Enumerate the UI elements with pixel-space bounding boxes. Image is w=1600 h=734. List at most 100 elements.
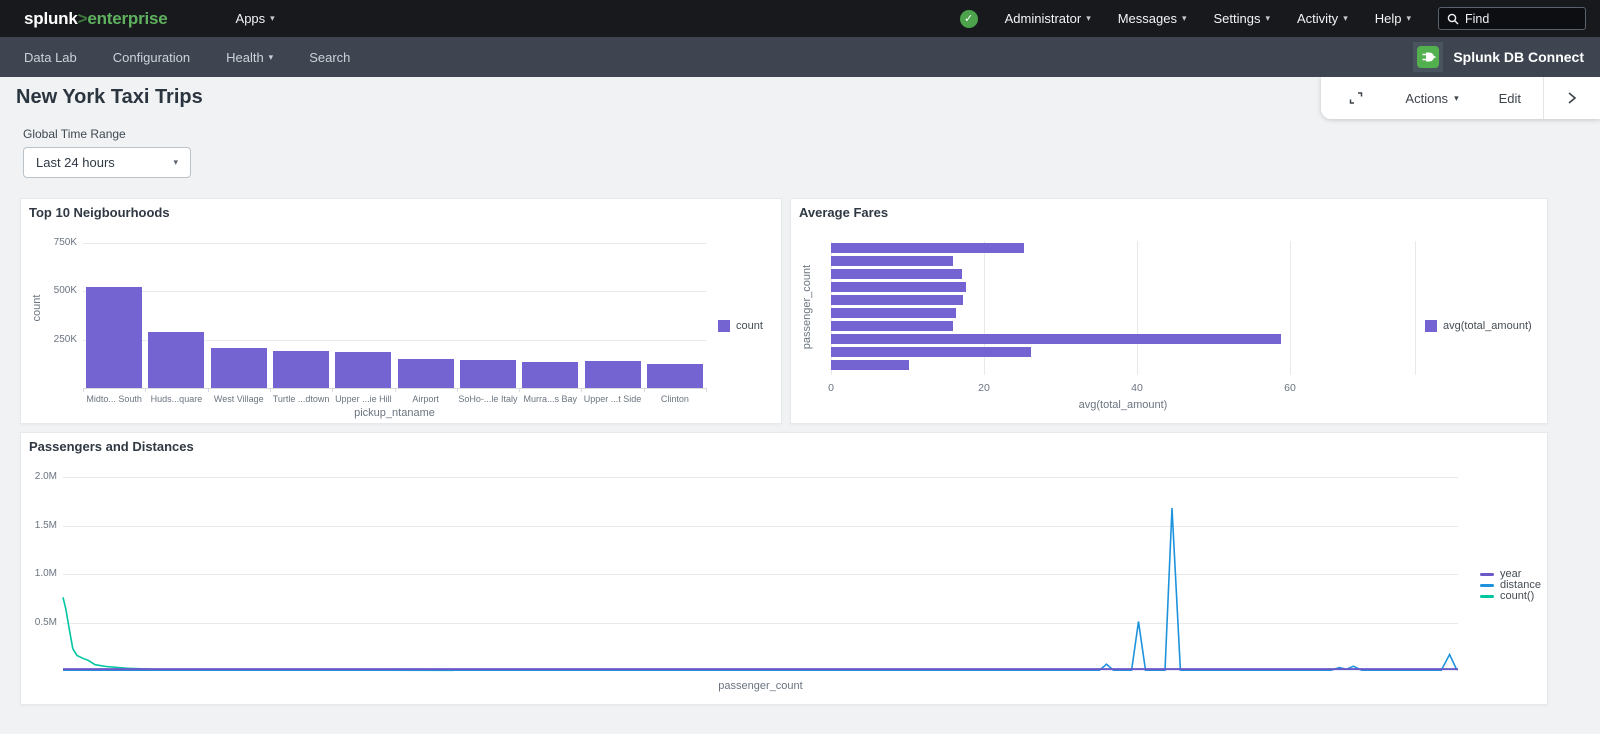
x-tick-mark xyxy=(519,388,520,392)
check-icon: ✓ xyxy=(964,12,973,25)
administrator-label: Administrator xyxy=(1005,11,1082,26)
legend-swatch xyxy=(1425,320,1437,332)
health-label: Health xyxy=(226,50,264,65)
chevron-down-icon: ▾ xyxy=(1406,14,1411,23)
legend-swatch xyxy=(718,320,730,332)
y-tick-label: 0.5M xyxy=(23,617,57,628)
nav-item-health[interactable]: Health ▾ xyxy=(226,50,273,65)
bar[interactable] xyxy=(831,295,963,305)
fullscreen-button[interactable] xyxy=(1347,89,1365,107)
y-tick-label: 500K xyxy=(37,285,77,296)
logo-separator: > xyxy=(78,9,88,28)
chevron-right-icon xyxy=(1566,91,1578,105)
gridline xyxy=(1290,241,1291,375)
help-menu[interactable]: Help ▾ xyxy=(1375,11,1411,26)
nav-item-data-lab[interactable]: Data Lab xyxy=(24,50,77,65)
splunk-logo[interactable]: splunk>enterprise xyxy=(24,9,168,29)
bar[interactable] xyxy=(211,348,267,388)
messages-menu[interactable]: Messages ▾ xyxy=(1118,11,1187,26)
bar[interactable] xyxy=(647,364,703,388)
bar[interactable] xyxy=(831,256,953,266)
x-tick-mark xyxy=(457,388,458,392)
series-count[interactable] xyxy=(63,597,454,670)
x-tick-label: 20 xyxy=(969,382,999,394)
legend-item[interactable]: avg(total_amount) xyxy=(1425,320,1532,332)
bar[interactable] xyxy=(86,287,142,388)
bar[interactable] xyxy=(831,269,962,279)
messages-label: Messages xyxy=(1118,11,1177,26)
hbar-chart-fares: 0204060avg(total_amount)passenger_counta… xyxy=(791,199,1547,423)
find-input[interactable] xyxy=(1465,12,1565,26)
app-icon-tile xyxy=(1413,42,1443,72)
chevron-down-icon: ▾ xyxy=(269,53,274,62)
bar[interactable] xyxy=(831,360,909,370)
help-label: Help xyxy=(1375,11,1402,26)
gridline xyxy=(1137,241,1138,375)
bar[interactable] xyxy=(398,359,454,388)
bar[interactable] xyxy=(831,243,1024,253)
y-tick-label: 750K xyxy=(37,237,77,248)
app-title: Splunk DB Connect xyxy=(1453,49,1584,65)
legend-item[interactable]: count() xyxy=(1480,590,1534,602)
gridline xyxy=(83,243,706,244)
bar[interactable] xyxy=(522,362,578,388)
x-tick-label: 40 xyxy=(1122,382,1152,394)
legend-label: avg(total_amount) xyxy=(1443,320,1532,332)
collapse-panel-button[interactable] xyxy=(1544,77,1600,119)
x-axis-title: passenger_count xyxy=(63,680,1458,692)
bar[interactable] xyxy=(273,351,329,388)
activity-menu[interactable]: Activity ▾ xyxy=(1297,11,1348,26)
logo-brand: splunk xyxy=(24,9,78,28)
find-search-box[interactable] xyxy=(1438,7,1586,30)
chart-title: Passengers and Distances xyxy=(29,439,194,454)
x-category-label: Upper ...t Side xyxy=(581,394,643,404)
bar[interactable] xyxy=(335,352,391,388)
actions-button[interactable]: Actions ▾ xyxy=(1405,91,1458,106)
x-category-label: Turtle ...dtown xyxy=(270,394,332,404)
series-distance[interactable] xyxy=(63,508,1458,670)
edit-button[interactable]: Edit xyxy=(1499,91,1521,106)
x-category-label: Midto... South xyxy=(83,394,145,404)
x-category-label: Murra...s Bay xyxy=(519,394,581,404)
apps-menu[interactable]: Apps ▾ xyxy=(236,11,275,26)
app-nav-bar: Data Lab Configuration Health ▾ Search S… xyxy=(0,37,1600,77)
bar[interactable] xyxy=(585,361,641,388)
nav-item-search[interactable]: Search xyxy=(309,50,350,65)
health-status-icon[interactable]: ✓ xyxy=(960,10,978,28)
x-category-label: Huds...quare xyxy=(145,394,207,404)
bar[interactable] xyxy=(831,308,956,318)
bar[interactable] xyxy=(831,282,966,292)
x-tick-mark xyxy=(270,388,271,392)
bar[interactable] xyxy=(831,347,1031,357)
legend-swatch xyxy=(1480,584,1494,587)
bar[interactable] xyxy=(831,334,1281,344)
time-range-label: Global Time Range xyxy=(23,127,126,141)
x-tick-label: 60 xyxy=(1275,382,1305,394)
chevron-down-icon: ▾ xyxy=(1086,14,1091,23)
legend-item[interactable]: count xyxy=(718,320,763,332)
x-axis-title: pickup_ntaname xyxy=(83,407,706,419)
bar[interactable] xyxy=(831,321,953,331)
bar[interactable] xyxy=(148,332,204,388)
y-axis-title: passenger_count xyxy=(801,227,813,387)
x-tick-mark xyxy=(332,388,333,392)
bar[interactable] xyxy=(460,360,516,388)
x-tick-mark xyxy=(83,388,84,392)
plot-right-border xyxy=(1415,241,1416,375)
search-label: Search xyxy=(309,50,350,65)
y-tick-label: 250K xyxy=(37,334,77,345)
x-category-label: SoHo-...le Italy xyxy=(457,394,519,404)
chevron-down-icon: ▾ xyxy=(1265,14,1270,23)
gridline xyxy=(83,291,706,292)
time-range-dropdown[interactable]: Last 24 hours ▾ xyxy=(23,147,191,178)
chart-title: Average Fares xyxy=(799,205,888,220)
y-axis-title: count xyxy=(31,228,43,388)
panel-top10-neighbourhoods: Top 10 Neigbourhoods 250K500K750KMidto..… xyxy=(20,198,782,424)
x-tick-mark xyxy=(208,388,209,392)
panel-passengers-distances: Passengers and Distances 0.5M1.0M1.5M2.0… xyxy=(20,432,1548,705)
apps-label: Apps xyxy=(236,11,266,26)
settings-label: Settings xyxy=(1214,11,1261,26)
settings-menu[interactable]: Settings ▾ xyxy=(1214,11,1271,26)
administrator-menu[interactable]: Administrator ▾ xyxy=(1005,11,1091,26)
nav-item-configuration[interactable]: Configuration xyxy=(113,50,190,65)
